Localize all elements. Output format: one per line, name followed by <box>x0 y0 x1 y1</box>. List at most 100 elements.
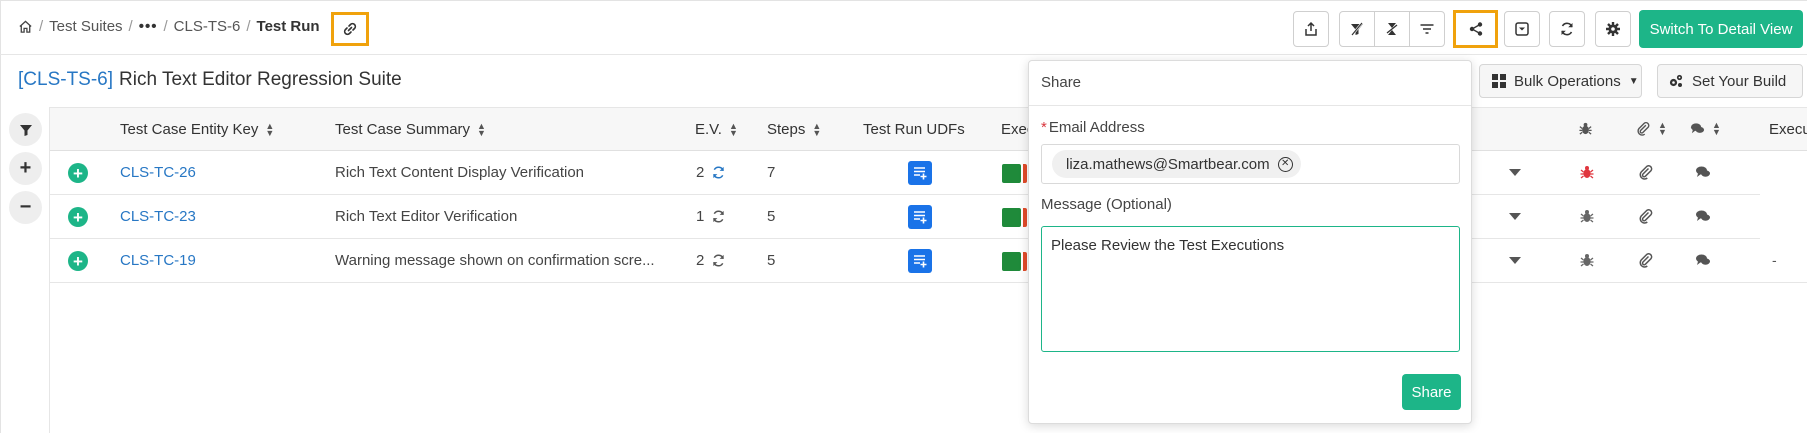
collapse-all-button[interactable]: − <box>9 191 42 224</box>
sort-toggle-button[interactable] <box>1374 11 1410 47</box>
header-exec2[interactable]: Execu <box>1769 121 1807 138</box>
suite-name: Rich Text Editor Regression Suite <box>119 69 402 90</box>
header-steps[interactable]: Steps ▲ ▼ <box>767 121 821 138</box>
home-icon[interactable] <box>18 19 33 34</box>
plus-icon: + <box>19 157 32 179</box>
sort-icon: ▲ ▼ <box>477 120 486 138</box>
table-row: + CLS-TC-26 Rich Text Content Display Ve… <box>50 151 1760 195</box>
summary-cell: Rich Text Content Display Verification <box>335 164 585 181</box>
export-icon <box>1305 21 1317 36</box>
header-udfs-label: Test Run UDFs <box>863 121 965 138</box>
ev-value: 1 <box>696 208 705 225</box>
bug-icon[interactable] <box>1579 164 1595 180</box>
steps-cell: 5 <box>767 208 776 225</box>
paperclip-icon[interactable] <box>1638 252 1654 268</box>
share-submit-button[interactable]: Share <box>1402 374 1461 410</box>
set-your-build-button[interactable]: Set Your Build <box>1657 64 1803 98</box>
refresh-button[interactable] <box>1549 11 1585 47</box>
add-circle-icon[interactable]: + <box>68 251 88 271</box>
comments-icon[interactable] <box>1695 164 1711 180</box>
sync-icon[interactable] <box>711 253 726 268</box>
header-comments[interactable]: ▲ ▼ <box>1690 120 1721 136</box>
caret-down-icon[interactable] <box>1509 257 1521 264</box>
list-add-icon <box>914 211 927 224</box>
email-field[interactable]: liza.mathews@Smartbear.com ✕ <box>1041 144 1460 184</box>
steps-cell: 7 <box>767 164 776 181</box>
udf-button[interactable] <box>908 161 932 185</box>
header-summary[interactable]: Test Case Summary ▲ ▼ <box>335 121 486 138</box>
comments-icon[interactable] <box>1695 252 1711 268</box>
breadcrumb-suite[interactable]: CLS-TS-6 <box>174 18 241 35</box>
udf-button[interactable] <box>908 249 932 273</box>
suite-key[interactable]: [CLS-TS-6] <box>18 69 113 90</box>
share-popover: Share * Email Address liza.mathews@Smartb… <box>1028 60 1472 424</box>
header-ev[interactable]: E.V. ▲ ▼ <box>695 121 738 138</box>
paperclip-icon[interactable] <box>1638 208 1654 224</box>
caret-down-icon: ▼ <box>1628 75 1639 87</box>
list-add-icon <box>914 255 927 268</box>
filter-rail-button[interactable] <box>9 113 42 146</box>
entity-key-link[interactable]: CLS-TC-26 <box>120 164 196 181</box>
collapse-button[interactable] <box>1504 11 1540 47</box>
email-chip: liza.mathews@Smartbear.com ✕ <box>1052 150 1301 178</box>
exec-cell: - <box>1772 252 1777 268</box>
header-defect[interactable] <box>1578 121 1593 136</box>
breadcrumb-separator: / <box>39 18 44 35</box>
message-textarea[interactable]: Please Review the Test Executions <box>1041 226 1460 352</box>
comments-icon[interactable] <box>1695 208 1711 224</box>
share-icon <box>1469 22 1482 36</box>
sort-icon: ▲ ▼ <box>1658 119 1667 137</box>
share-button[interactable] <box>1453 10 1498 48</box>
copy-link-button[interactable] <box>331 12 369 46</box>
top-bar: / Test Suites / ••• / CLS-TS-6 / Test Ru… <box>0 0 1807 55</box>
ev-value: 2 <box>696 164 705 181</box>
email-chip-value: liza.mathews@Smartbear.com <box>1066 155 1270 173</box>
header-summary-label: Test Case Summary <box>335 121 471 138</box>
header-entity-key[interactable]: Test Case Entity Key ▲ ▼ <box>120 121 274 138</box>
exec-status-pass[interactable] <box>1002 164 1021 183</box>
steps-cell: 5 <box>767 252 776 269</box>
header-attachments[interactable]: ▲ ▼ <box>1636 119 1667 137</box>
minus-icon: − <box>19 196 32 218</box>
remove-email-icon[interactable]: ✕ <box>1277 156 1293 172</box>
table-row: + CLS-TC-23 Rich Text Editor Verificatio… <box>50 195 1760 239</box>
breadcrumb: / Test Suites / ••• / CLS-TS-6 / Test Ru… <box>18 18 320 35</box>
caret-down-icon[interactable] <box>1509 213 1521 220</box>
bug-icon[interactable] <box>1579 208 1595 224</box>
clear-filter-button[interactable] <box>1339 11 1375 47</box>
export-button[interactable] <box>1293 11 1329 47</box>
table-header: Test Case Entity Key ▲ ▼ Test Case Summar… <box>50 107 1807 151</box>
left-rail: + − <box>0 107 50 433</box>
sync-icon[interactable] <box>711 209 726 224</box>
header-exec2-label: Execu <box>1769 121 1807 138</box>
bug-icon[interactable] <box>1579 252 1595 268</box>
breadcrumb-current: Test Run <box>256 18 320 35</box>
page-title: [CLS-TS-6] Rich Text Editor Regression Su… <box>18 69 402 91</box>
exec-status-fail <box>1023 164 1027 183</box>
refresh-icon <box>1561 22 1573 36</box>
expand-all-button[interactable]: + <box>9 152 42 185</box>
switch-to-detail-view-button[interactable]: Switch To Detail View <box>1639 10 1803 48</box>
collapse-icon <box>1515 22 1529 36</box>
settings-button[interactable] <box>1595 11 1631 47</box>
add-circle-icon[interactable]: + <box>68 207 88 227</box>
entity-key-link[interactable]: CLS-TC-19 <box>120 252 196 269</box>
paperclip-icon[interactable] <box>1638 164 1654 180</box>
breadcrumb-test-suites[interactable]: Test Suites <box>49 18 122 35</box>
exec-status-pass[interactable] <box>1002 252 1021 271</box>
header-ev-label: E.V. <box>695 121 722 138</box>
breadcrumb-ellipsis[interactable]: ••• <box>139 18 158 35</box>
caret-down-icon[interactable] <box>1509 169 1521 176</box>
exec-status-pass[interactable] <box>1002 208 1021 227</box>
udf-button[interactable] <box>908 205 932 229</box>
sort-icon: ▲ ▼ <box>812 120 822 138</box>
gears-icon <box>1669 74 1683 87</box>
breadcrumb-separator: / <box>163 18 168 35</box>
add-circle-icon[interactable]: + <box>68 163 88 183</box>
paperclip-icon <box>1637 122 1650 136</box>
link-icon <box>343 22 357 36</box>
filter-button[interactable] <box>1409 11 1445 47</box>
sync-icon[interactable] <box>711 165 726 180</box>
entity-key-link[interactable]: CLS-TC-23 <box>120 208 196 225</box>
bulk-operations-button[interactable]: Bulk Operations ▼ <box>1479 64 1642 98</box>
